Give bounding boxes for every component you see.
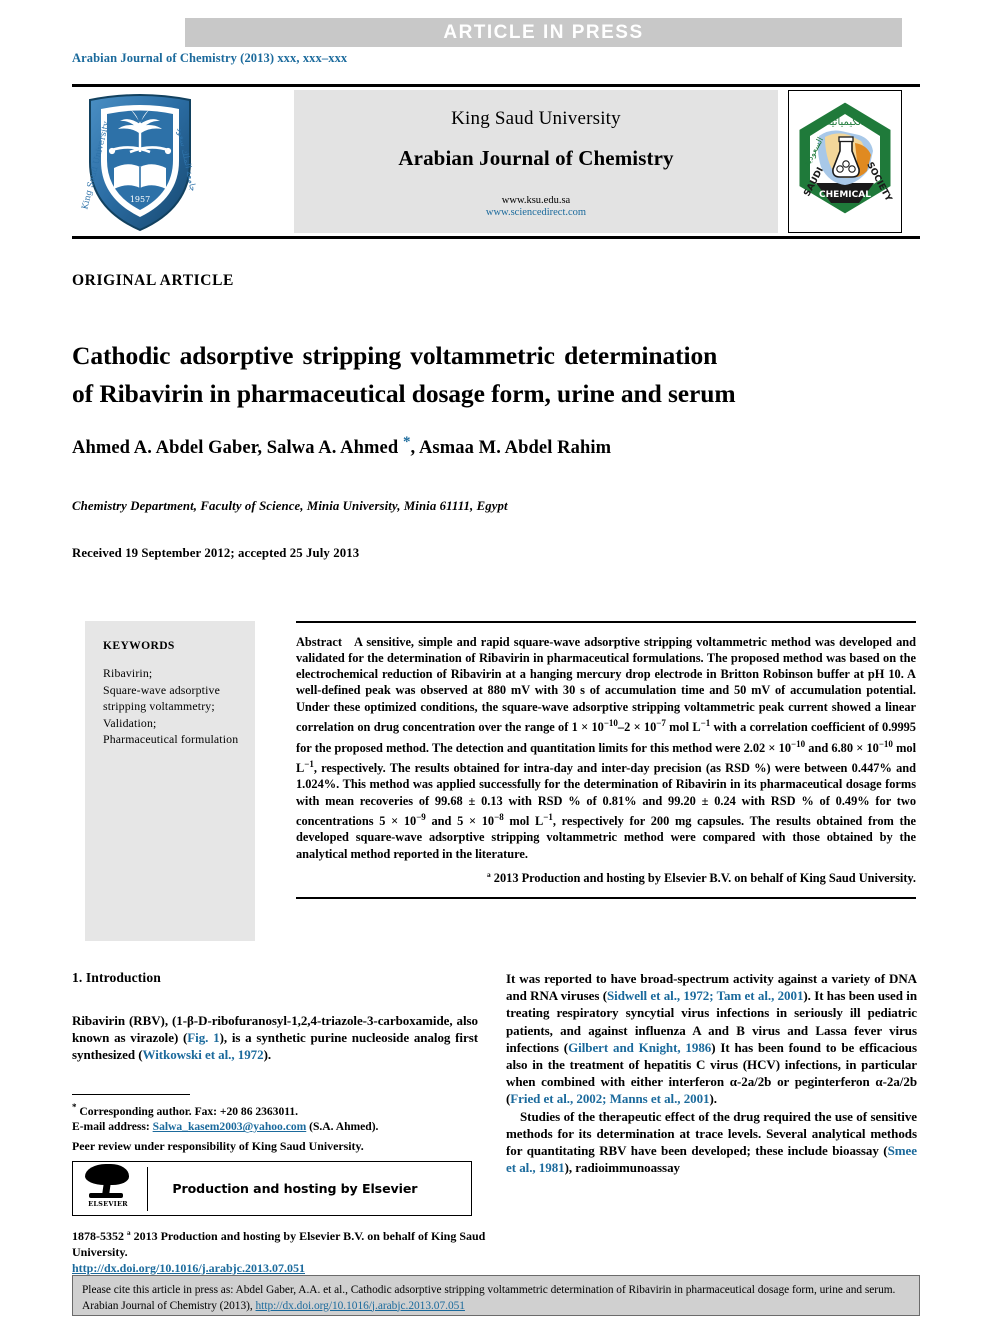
ksu-url: www.ksu.edu.sa: [501, 195, 571, 206]
abstract-block: Abstract A sensitive, simple and rapid sq…: [296, 621, 916, 899]
email-suffix: (S.A. Ahmed).: [306, 1120, 379, 1134]
citation-link[interactable]: Fried et al., 2002; Manns et al., 2001: [510, 1091, 709, 1106]
abstract-exp-2: −7: [656, 718, 666, 729]
keyword-item: Pharmaceutical formulation: [103, 732, 239, 746]
abstract-exp-7: −9: [416, 811, 426, 822]
page-title: Cathodic adsorptive stripping voltammetr…: [72, 337, 917, 413]
email-link[interactable]: Salwa_kasem2003@yahoo.com: [153, 1120, 307, 1133]
keywords-heading: KEYWORDS: [103, 639, 175, 652]
right-p1-d: ).: [709, 1091, 718, 1107]
title-line-2: of Ribavirin in pharmaceutical dosage fo…: [72, 379, 736, 409]
section-heading-introduction: 1. Introduction: [72, 970, 161, 985]
peer-review-note: Peer review under responsibility of King…: [72, 1138, 364, 1153]
journal-name: Arabian Journal of Chemistry: [398, 146, 674, 170]
journal-reference-line: Arabian Journal of Chemistry (2013) xxx,…: [72, 51, 348, 65]
elsevier-production-box: ELSEVIER Production and hosting by Elsev…: [72, 1161, 472, 1216]
abstract-label: Abstract: [296, 634, 342, 649]
sciencedirect-url[interactable]: www.sciencedirect.com: [294, 207, 778, 218]
masthead-rule-bottom: [72, 236, 920, 239]
received-accepted-dates: Received 19 September 2012; accepted 25 …: [72, 546, 360, 560]
cite-this-article-box: Please cite this article in press as: Ab…: [72, 1275, 920, 1316]
elsevier-wordmark: ELSEVIER: [88, 1200, 128, 1208]
masthead-rule-top: [72, 84, 920, 87]
citation-link[interactable]: Witkowski et al., 1972: [143, 1047, 264, 1062]
intro-p1-a: Ribavirin (RBV), (1-β-: [72, 1013, 199, 1028]
abstract-exp-1: −10: [603, 718, 618, 729]
abstract-p9: mol L: [503, 814, 544, 829]
body-column-left: 1. Introduction Ribavirin (RBV), (1-β-D-…: [72, 970, 478, 1064]
elsevier-production-text: Production and hosting by Elsevier: [172, 1181, 418, 1196]
intro-paragraph-1: Ribavirin (RBV), (1-β-D-ribofuranosyl-1,…: [72, 1012, 478, 1064]
keyword-item: Validation;: [103, 715, 157, 730]
keyword-item: Square-wave adsorptive: [103, 682, 220, 697]
title-line-1: Cathodic adsorptive stripping voltammetr…: [72, 341, 718, 371]
article-in-press-banner: ARTICLE IN PRESS: [185, 18, 902, 47]
intro-p1-d: ).: [263, 1047, 272, 1063]
keywords-list: Ribavirin; Square-wave adsorptive stripp…: [103, 665, 241, 748]
right-p2-a: Studies of the therapeutic effect of the…: [506, 1108, 917, 1159]
elsevier-tree-logo-icon: ELSEVIER: [73, 1162, 143, 1215]
author-list: Ahmed A. Abdel Gaber, Salwa A. Ahmed *, …: [72, 434, 611, 459]
keyword-item: stripping voltammetry;: [103, 699, 215, 713]
body-column-right: It was reported to have broad-spectrum a…: [506, 970, 917, 1176]
figure-reference-link[interactable]: Fig. 1: [187, 1030, 219, 1045]
abstract-rule-top: [296, 621, 916, 623]
corresponding-author-note: * Corresponding author. Fax: +20 86 2363…: [72, 1100, 478, 1119]
abstract-exp-9: −1: [543, 811, 553, 822]
saudi-chemical-society-seal-icon: CHEMICAL الكيميائية السعودية SAUDI SOCIE…: [788, 90, 902, 233]
article-type-label: ORIGINAL ARTICLE: [72, 272, 234, 289]
svg-text:1957: 1957: [130, 195, 150, 204]
abstract-p2: –2 × 10: [617, 720, 657, 735]
citation-link[interactable]: Gilbert and Knight, 1986: [568, 1040, 711, 1055]
journal-masthead: 1957 King Saud University جامعة الملك سع…: [72, 89, 920, 234]
issn-copyright-block: 1878-5352 ª 2013 Production and hosting …: [72, 1228, 542, 1276]
abstract-exp-5: −10: [878, 738, 893, 749]
svg-text:CHEMICAL: CHEMICAL: [819, 190, 871, 200]
corresponding-author-text: Corresponding author. Fax: +20 86 236301…: [76, 1105, 299, 1119]
doi-link[interactable]: http://dx.doi.org/10.1016/j.arabjc.2013.…: [72, 1261, 305, 1275]
elsevier-divider: [147, 1166, 149, 1211]
svg-text:الكيميائية: الكيميائية: [826, 117, 863, 128]
journal-title-box: King Saud University Arabian Journal of …: [294, 90, 778, 233]
affiliation: Chemistry Department, Faculty of Science…: [72, 499, 508, 513]
abstract-text: Abstract A sensitive, simple and rapid sq…: [296, 634, 916, 887]
email-note: E-mail address: Salwa_kasem2003@yahoo.co…: [72, 1119, 478, 1134]
abstract-exp-8: −8: [494, 811, 504, 822]
abstract-rule-bottom: [296, 897, 916, 899]
footnote-rule: [72, 1094, 190, 1096]
footnote-block: * Corresponding author. Fax: +20 86 2363…: [72, 1094, 478, 1154]
issn-line: 1878-5352 ª 2013 Production and hosting …: [72, 1229, 486, 1259]
right-p2-b: ), radioimmunoassay: [564, 1160, 680, 1176]
author-names-2: , Asmaa M. Abdel Rahim: [410, 438, 612, 459]
citation-link[interactable]: Sidwell et al., 1972; Tam et al., 2001: [607, 988, 803, 1003]
right-paragraph-2: Studies of the therapeutic effect of the…: [506, 1108, 917, 1177]
abstract-exp-3: −1: [700, 718, 711, 729]
king-saud-university-seal-icon: 1957 King Saud University جامعة الملك سع…: [76, 90, 204, 233]
abstract-p5: and 6.80 × 10: [805, 740, 879, 755]
abstract-exp-6: −1: [304, 758, 314, 769]
abstract-p3: mol L: [665, 720, 701, 735]
keyword-item: Ribavirin;: [103, 666, 153, 680]
elsevier-tree-shape: [83, 1164, 131, 1198]
abstract-copyright: ª 2013 Production and hosting by Elsevie…: [487, 870, 916, 885]
right-paragraph-1: It was reported to have broad-spectrum a…: [506, 970, 917, 1108]
university-name: King Saud University: [451, 108, 621, 129]
email-label: E-mail address:: [72, 1120, 153, 1134]
corresponding-author-marker: *: [402, 434, 411, 450]
author-names-1: Ahmed A. Abdel Gaber, Salwa A. Ahmed: [72, 438, 403, 459]
cite-doi-link[interactable]: http://dx.doi.org/10.1016/j.arabjc.2013.…: [256, 1300, 465, 1312]
keywords-box: KEYWORDS Ribavirin; Square-wave adsorpti…: [85, 621, 255, 941]
cite-text: Please cite this article in press as: Ab…: [82, 1284, 896, 1312]
paper-page: ARTICLE IN PRESS Arabian Journal of Chem…: [0, 0, 992, 1323]
abstract-exp-4: −10: [791, 738, 806, 749]
abstract-p8: and 5 × 10: [425, 814, 495, 829]
